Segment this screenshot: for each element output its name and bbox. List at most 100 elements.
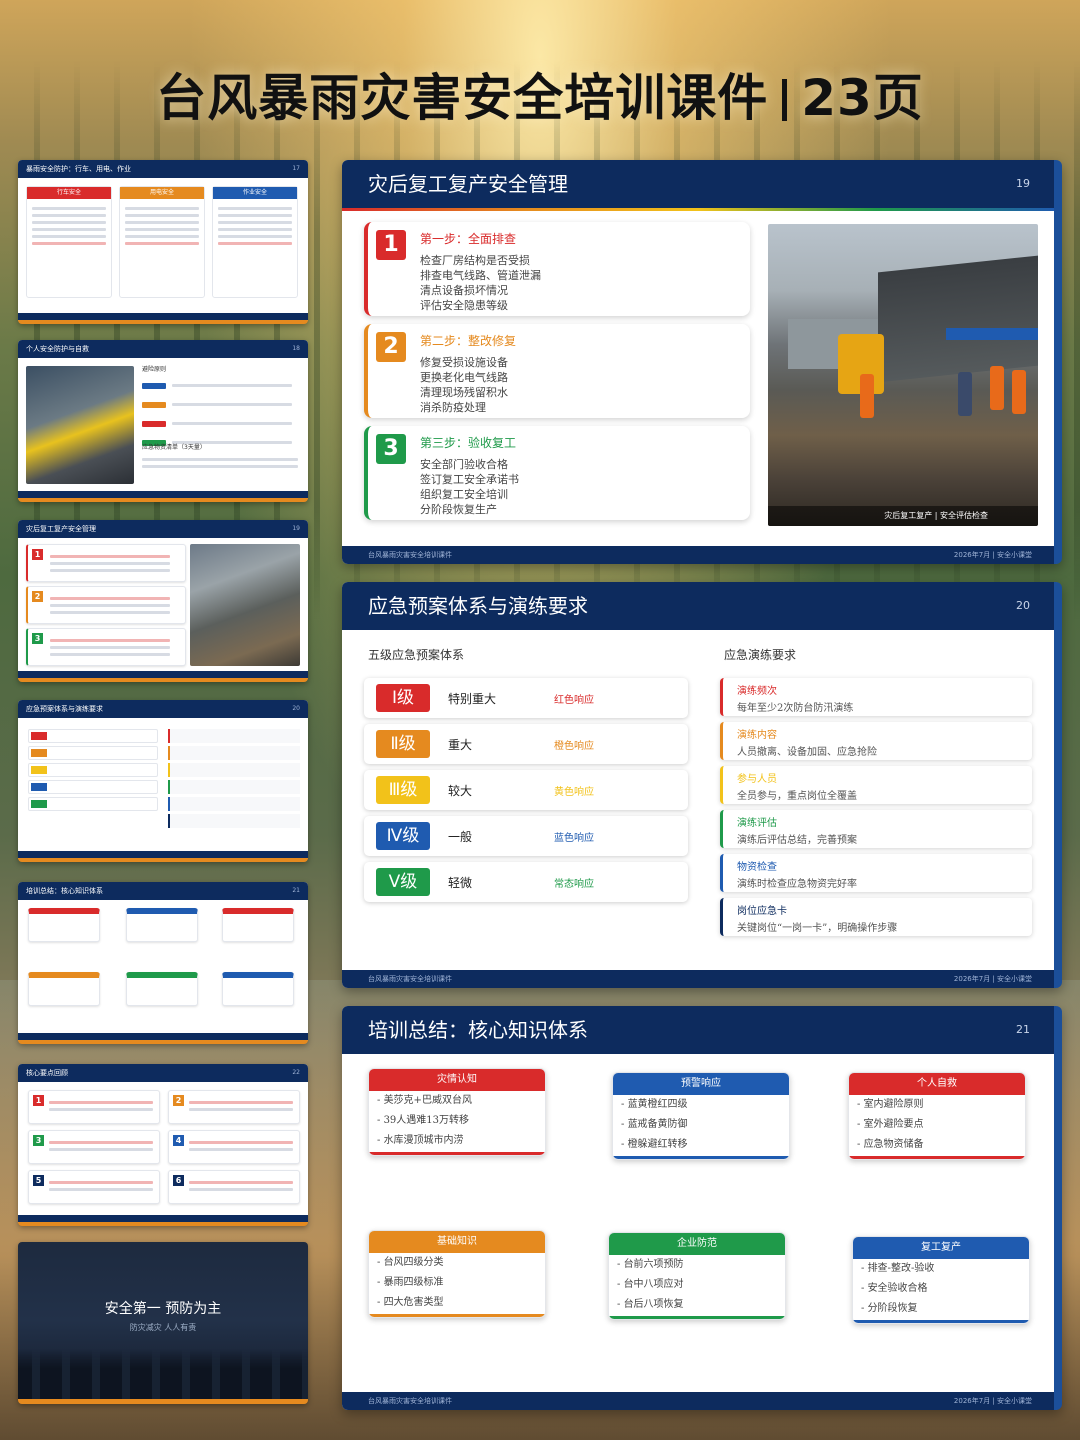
step-title: 第一步：全面排查: [420, 232, 517, 246]
step-line: 分阶段恢复生产: [420, 503, 497, 516]
drill-req-desc: 关键岗位“一岗一卡”，明确操作步骤: [737, 923, 898, 934]
knowledge-item: - 四大危害类型: [377, 1297, 444, 1308]
main-title-text: 台风暴雨灾害安全培训课件: [156, 69, 769, 127]
thumb-subtitle: 避险原则: [142, 366, 167, 373]
thumb-slide-19[interactable]: 灾后复工复产安全管理 19 1 2 3: [18, 520, 308, 682]
level-name: 一般: [448, 830, 473, 844]
slide-19: 灾后复工复产安全管理 19 1 第一步：全面排查 检查厂房结构是否受损 排查电气线…: [342, 160, 1062, 564]
step-line: 更换老化电气线路: [420, 371, 508, 384]
thumb-slide-22[interactable]: 核心要点回顾 22 1 2 3 4 5 6: [18, 1064, 308, 1226]
level-tag: Ⅳ级: [376, 822, 430, 850]
thumb-header: 应急预案体系与演练要求 20: [18, 700, 308, 718]
slide-header: 培训总结：核心知识体系 21: [342, 1006, 1054, 1054]
knowledge-item-text: 安全验收合格: [867, 1283, 928, 1294]
knowledge-item: - 台中八项应对: [617, 1279, 684, 1290]
level-name: 重大: [448, 738, 473, 752]
knowledge-item-text: 蓝黄橙红四级: [627, 1099, 688, 1110]
drill-req-title: 演练评估: [737, 818, 777, 829]
thumb-slide-21[interactable]: 培训总结：核心知识体系 21: [18, 882, 308, 1044]
level-response: 橙色响应: [554, 741, 594, 752]
level-name: 较大: [448, 784, 473, 798]
slide-title: 灾后复工复产安全管理: [368, 172, 568, 196]
step-line: 评估安全隐患等级: [420, 299, 508, 312]
level-row-1: Ⅰ级 特别重大 红色响应: [364, 678, 688, 718]
city-silhouette: [18, 1349, 308, 1399]
photo-caption: 灾后复工复产 | 安全评估检查: [768, 506, 1038, 526]
thumb-slide-closing[interactable]: 安全第一 预防为主 防灾减灾 人人有责: [18, 1242, 308, 1404]
slide-20: 应急预案体系与演练要求 20 五级应急预案体系 应急演练要求 Ⅰ级 特别重大 红色响应…: [342, 582, 1062, 988]
level-response: 红色响应: [554, 695, 594, 706]
thumb-title: 灾后复工复产安全管理: [26, 525, 96, 533]
slide-header: 灾后复工复产安全管理 19: [342, 160, 1054, 208]
step-title: 第二步：整改修复: [420, 334, 517, 348]
main-title-pages: 23页: [801, 69, 924, 127]
thumb-header: 个人安全防护与自救 18: [18, 340, 308, 358]
footer-left: 台风暴雨灾害安全培训课件: [368, 551, 452, 559]
slide-footer: 台风暴雨灾害安全培训课件 2026年7月 | 安全小课堂: [342, 546, 1054, 564]
drill-req-desc: 人员撤离、设备加固、应急抢险: [737, 747, 877, 758]
section-title-levels: 五级应急预案体系: [368, 648, 465, 662]
drill-req-4: 演练评估演练后评估总结，完善预案: [720, 810, 1032, 848]
level-tag: Ⅱ级: [376, 730, 430, 758]
level-response: 常态响应: [554, 879, 594, 890]
knowledge-card-4: 基础知识 - 台风四级分类 - 暴雨四级标准 - 四大危害类型: [368, 1230, 546, 1318]
closing-slogan: 安全第一 预防为主: [104, 1301, 222, 1317]
step-line: 排查电气线路、管道泄漏: [420, 269, 541, 282]
footer-left: 台风暴雨灾害安全培训课件: [368, 1397, 452, 1405]
thumb-step: 2: [26, 586, 186, 624]
knowledge-item: - 安全验收合格: [861, 1283, 928, 1294]
knowledge-item: - 台前六项预防: [617, 1259, 684, 1270]
knowledge-item: - 蓝黄橙红四级: [621, 1099, 688, 1110]
thumb-page: 21: [292, 887, 300, 894]
thumb-page: 22: [292, 1069, 300, 1076]
knowledge-item-text: 台前六项预防: [623, 1259, 684, 1270]
closing-subslogan: 防灾减灾 人人有责: [129, 1323, 197, 1332]
thumb-slide-20[interactable]: 应急预案体系与演练要求 20: [18, 700, 308, 862]
thumb-header: 培训总结：核心知识体系 21: [18, 882, 308, 900]
knowledge-item: - 蓝戒备黄防御: [621, 1119, 688, 1130]
drill-req-title: 演练内容: [737, 730, 777, 741]
knowledge-item-text: 蓝戒备黄防御: [627, 1119, 688, 1130]
step-card-2: 2 第二步：整改修复 修复受损设施设备 更换老化电气线路 清理现场残留积水 消杀…: [364, 324, 750, 418]
knowledge-item: - 室外避险要点: [857, 1119, 924, 1130]
step-card-3: 3 第三步：验收复工 安全部门验收合格 签订复工安全承诺书 组织复工安全培训 分…: [364, 426, 750, 520]
step-line: 检查厂房结构是否受损: [420, 254, 530, 267]
knowledge-item: - 橙躲避红转移: [621, 1139, 688, 1150]
thumb-slide-18[interactable]: 个人安全防护与自救 18 避险原则 应急物资清单（3天量）: [18, 340, 308, 502]
thumb-page: 19: [292, 525, 300, 532]
step-line: 安全部门验收合格: [420, 458, 508, 471]
thumb-col-header: 作业安全: [213, 187, 297, 199]
section-title-drills: 应急演练要求: [724, 648, 797, 662]
level-row-3: Ⅲ级 较大 黄色响应: [364, 770, 688, 810]
main-title: 台风暴雨灾害安全培训课件 23页: [0, 58, 1080, 130]
knowledge-card-title: 企业防范: [609, 1233, 785, 1255]
slide-title: 培训总结：核心知识体系: [368, 1018, 588, 1042]
knowledge-item-text: 室内避险原则: [863, 1099, 924, 1110]
level-response: 蓝色响应: [554, 833, 594, 844]
thumb-step: 1: [26, 544, 186, 582]
thumb-header: 灾后复工复产安全管理 19: [18, 520, 308, 538]
thumb-subtitle: 应急物资清单（3天量）: [142, 444, 206, 451]
recovery-photo: 灾后复工复产 | 安全评估检查: [768, 224, 1038, 526]
knowledge-item-text: 橙躲避红转移: [627, 1139, 688, 1150]
drill-req-2: 演练内容人员撤离、设备加固、应急抢险: [720, 722, 1032, 760]
step-line: 签订复工安全承诺书: [420, 473, 519, 486]
level-name: 轻微: [448, 876, 473, 890]
knowledge-card-title: 个人自救: [849, 1073, 1025, 1095]
knowledge-card-2: 预警响应 - 蓝黄橙红四级 - 蓝戒备黄防御 - 橙躲避红转移: [612, 1072, 790, 1160]
slide-header: 应急预案体系与演练要求 20: [342, 582, 1054, 630]
level-tag: Ⅲ级: [376, 776, 430, 804]
knowledge-item-text: 排查-整改-验收: [867, 1263, 935, 1274]
step-card-1: 1 第一步：全面排查 检查厂房结构是否受损 排查电气线路、管道泄漏 清点设备损坏…: [364, 222, 750, 316]
knowledge-item: - 暴雨四级标准: [377, 1277, 444, 1288]
knowledge-card-3: 个人自救 - 室内避险原则 - 室外避险要点 - 应急物资储备: [848, 1072, 1026, 1160]
level-row-4: Ⅳ级 一般 蓝色响应: [364, 816, 688, 856]
thumb-step: 3: [26, 628, 186, 666]
thumb-slide-17[interactable]: 暴雨安全防护：行车、用电、作业 17 行车安全 用电安全 作业安全: [18, 160, 308, 324]
knowledge-item: - 室内避险原则: [857, 1099, 924, 1110]
thumb-title: 应急预案体系与演练要求: [26, 705, 103, 713]
footer-left: 台风暴雨灾害安全培训课件: [368, 975, 452, 983]
drill-req-desc: 演练后评估总结，完善预案: [737, 835, 857, 846]
level-tag: Ⅰ级: [376, 684, 430, 712]
drill-req-6: 岗位应急卡 关键岗位“一岗一卡”，明确操作步骤: [720, 898, 1032, 936]
